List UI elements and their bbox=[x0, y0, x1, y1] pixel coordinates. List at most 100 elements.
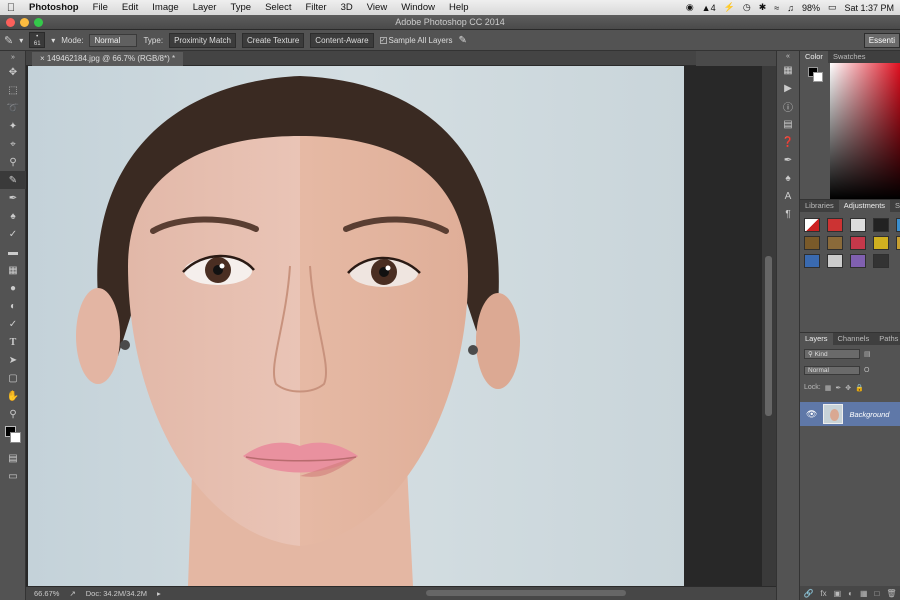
tab-color[interactable]: Color bbox=[800, 51, 828, 63]
menu-filter[interactable]: Filter bbox=[298, 2, 333, 13]
lock-transparency-icon[interactable]: ▦ bbox=[825, 384, 832, 392]
screen-mode-icon[interactable]: ▭ bbox=[0, 467, 26, 485]
properties-panel-icon[interactable]: ▤ bbox=[777, 115, 799, 133]
pressure-size-icon[interactable]: ✎ bbox=[459, 35, 467, 46]
vertical-scrollbar[interactable] bbox=[762, 66, 776, 586]
type-tool-icon[interactable]: T bbox=[0, 333, 26, 351]
battery-percent[interactable]: 98% bbox=[802, 3, 820, 13]
curves-icon[interactable] bbox=[850, 218, 866, 232]
export-icon[interactable]: ↗ bbox=[69, 589, 75, 598]
adjustment-layer-icon[interactable]: ◐ bbox=[848, 589, 853, 598]
history-brush-tool-icon[interactable]: ✓ bbox=[0, 225, 26, 243]
create-texture-button[interactable]: Create Texture bbox=[241, 32, 305, 48]
wifi-icon[interactable]: ≈ bbox=[774, 3, 779, 13]
close-window-button[interactable] bbox=[6, 18, 15, 27]
horizontal-scrollbar[interactable] bbox=[426, 590, 626, 596]
tab-adjustments[interactable]: Adjustments bbox=[838, 200, 891, 212]
color-balance-icon[interactable] bbox=[827, 236, 843, 250]
brush-presets-icon[interactable]: ✒ bbox=[777, 151, 799, 169]
menu-type[interactable]: Type bbox=[223, 2, 258, 13]
tab-libraries[interactable]: Libraries bbox=[800, 200, 839, 212]
mode-select[interactable]: Normal bbox=[89, 33, 138, 47]
crop-tool-icon[interactable]: ⌖ bbox=[0, 135, 26, 153]
adobe-status[interactable]: ▲4 bbox=[702, 3, 716, 13]
tab-swatches[interactable]: Swatches bbox=[828, 51, 871, 63]
menu-app-name[interactable]: Photoshop bbox=[22, 2, 86, 13]
lock-pixels-icon[interactable]: ✒ bbox=[835, 384, 841, 392]
levels-icon[interactable] bbox=[827, 218, 843, 232]
tab-styles[interactable]: S bbox=[890, 200, 900, 212]
close-tab-icon[interactable]: × bbox=[40, 54, 45, 63]
spot-healing-brush-icon[interactable]: ✎ bbox=[4, 34, 13, 47]
volume-icon[interactable]: ♫ bbox=[787, 3, 794, 13]
tab-channels[interactable]: Channels bbox=[833, 333, 875, 345]
blend-mode-select[interactable]: Normal bbox=[804, 366, 860, 375]
eraser-tool-icon[interactable]: ▬ bbox=[0, 243, 26, 261]
brush-size-picker[interactable]: • 61 bbox=[29, 32, 46, 48]
paragraph-panel-icon[interactable]: ¶ bbox=[777, 205, 799, 223]
lightning-icon[interactable]: ⚡ bbox=[724, 2, 735, 13]
tab-paths[interactable]: Paths bbox=[874, 333, 900, 345]
layer-visibility-eye-icon[interactable]: 👁 bbox=[806, 409, 817, 420]
lasso-tool-icon[interactable]: ➰ bbox=[0, 99, 26, 117]
photo-filter-icon[interactable] bbox=[873, 236, 889, 250]
color-panel-background-swatch[interactable] bbox=[813, 72, 823, 82]
new-layer-icon[interactable]: □ bbox=[875, 589, 880, 598]
gradient-tool-icon[interactable]: ▦ bbox=[0, 261, 26, 279]
delete-layer-icon[interactable]: 🗑 bbox=[886, 589, 896, 598]
tool-preset-dropdown[interactable]: ▾ bbox=[19, 36, 23, 45]
pixel-filter-icon[interactable]: ▤ bbox=[864, 350, 871, 358]
quick-selection-tool-icon[interactable]: ✦ bbox=[0, 117, 26, 135]
character-panel-icon[interactable]: A bbox=[777, 187, 799, 205]
blur-tool-icon[interactable]: ● bbox=[0, 279, 26, 297]
lock-all-icon[interactable]: 🔒 bbox=[855, 384, 864, 392]
menu-help[interactable]: Help bbox=[442, 2, 476, 13]
menu-file[interactable]: File bbox=[86, 2, 115, 13]
color-swatches-icon[interactable] bbox=[0, 423, 26, 449]
status-menu-arrow[interactable]: ▸ bbox=[157, 589, 161, 598]
brightness-contrast-icon[interactable] bbox=[804, 218, 820, 232]
background-color-swatch[interactable] bbox=[10, 432, 21, 443]
threshold-icon[interactable] bbox=[850, 254, 866, 268]
menu-view[interactable]: View bbox=[360, 2, 394, 13]
layer-name[interactable]: Background bbox=[849, 410, 889, 419]
menu-3d[interactable]: 3D bbox=[334, 2, 360, 13]
menu-window[interactable]: Window bbox=[394, 2, 442, 13]
invert-icon[interactable] bbox=[804, 254, 820, 268]
brush-tool-icon[interactable]: ✒ bbox=[0, 189, 26, 207]
document-canvas[interactable] bbox=[28, 66, 684, 586]
info-panel-icon[interactable]: ⓘ bbox=[777, 97, 799, 115]
battery-icon[interactable]: ▭ bbox=[828, 2, 837, 13]
record-icon[interactable]: ◉ bbox=[686, 2, 694, 13]
lock-position-icon[interactable]: ✥ bbox=[845, 384, 851, 392]
brush-size-dropdown[interactable]: ▾ bbox=[51, 36, 55, 45]
vertical-scrollbar-thumb[interactable] bbox=[765, 256, 772, 416]
collapse-panels-icon[interactable]: « bbox=[777, 51, 799, 61]
zoom-window-button[interactable] bbox=[34, 18, 43, 27]
exposure-icon[interactable] bbox=[873, 218, 889, 232]
content-aware-button[interactable]: Content-Aware bbox=[310, 32, 374, 48]
zoom-tool-icon[interactable]: ⚲ bbox=[0, 405, 26, 423]
document-tab[interactable]: × 149462184.jpg @ 66.7% (RGB/8*) * bbox=[32, 52, 184, 66]
menu-edit[interactable]: Edit bbox=[115, 2, 145, 13]
clone-stamp-tool-icon[interactable]: ♠ bbox=[0, 207, 26, 225]
menu-image[interactable]: Image bbox=[145, 2, 185, 13]
gradient-map-icon[interactable] bbox=[873, 254, 889, 268]
workspace-switcher[interactable]: Essenti bbox=[863, 32, 900, 48]
history-panel-icon[interactable]: ▦ bbox=[777, 61, 799, 79]
menu-select[interactable]: Select bbox=[258, 2, 298, 13]
apple-icon[interactable]:  bbox=[0, 2, 22, 14]
marquee-tool-icon[interactable]: ⬚ bbox=[0, 81, 26, 99]
vibrance-icon[interactable] bbox=[896, 218, 900, 232]
dodge-tool-icon[interactable]: ◐ bbox=[0, 297, 26, 315]
zoom-level[interactable]: 66.67% bbox=[34, 589, 59, 598]
layer-kind-filter[interactable]: ⚲ Kind bbox=[804, 348, 860, 359]
rectangle-tool-icon[interactable]: ▢ bbox=[0, 369, 26, 387]
layer-style-icon[interactable]: fx bbox=[820, 589, 826, 598]
hand-tool-icon[interactable]: ✋ bbox=[0, 387, 26, 405]
path-selection-tool-icon[interactable]: ➤ bbox=[0, 351, 26, 369]
sample-all-layers-checkbox[interactable]: ✓ Sample All Layers bbox=[379, 36, 453, 45]
bluetooth-icon[interactable]: ✱ bbox=[759, 2, 767, 13]
tab-layers[interactable]: Layers bbox=[800, 333, 833, 345]
channel-mixer-icon[interactable] bbox=[896, 236, 900, 250]
